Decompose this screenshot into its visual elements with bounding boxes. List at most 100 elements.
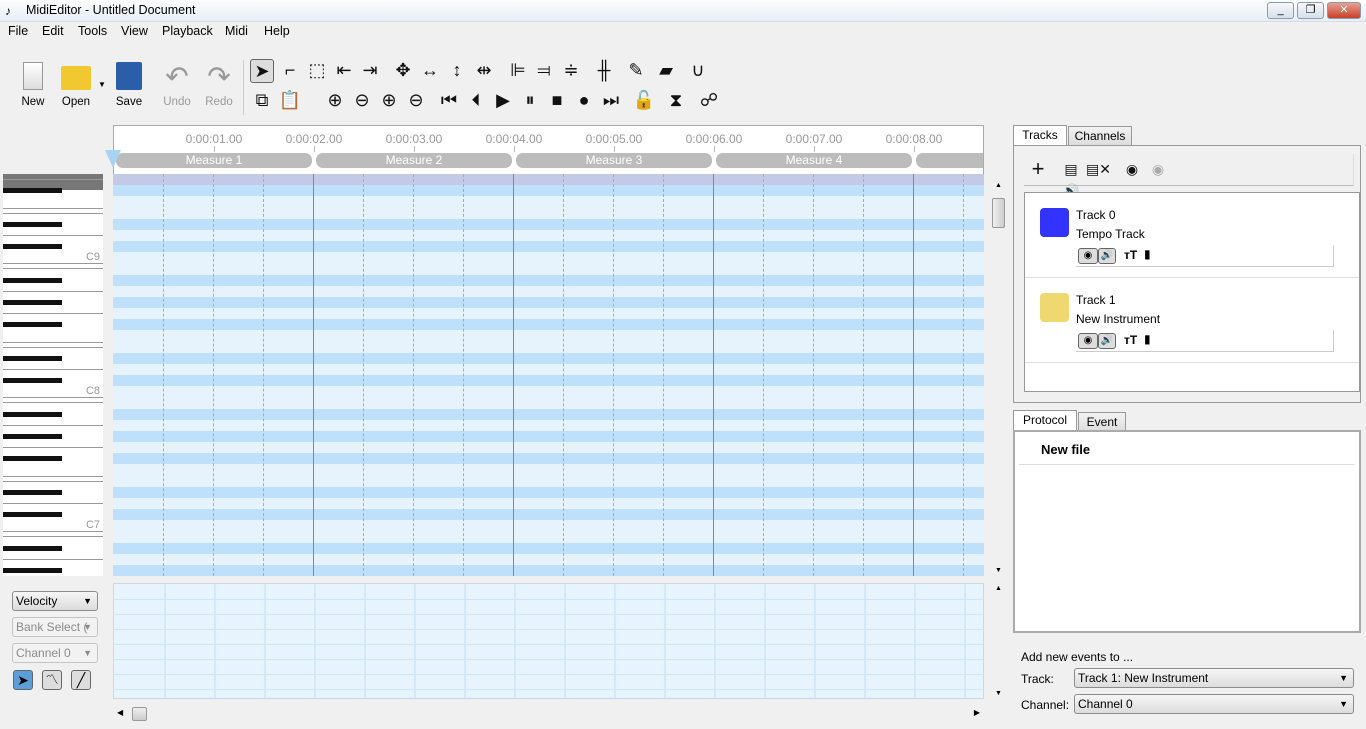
stop-icon[interactable]: ■ bbox=[545, 89, 569, 111]
tab-channels[interactable]: Channels bbox=[1068, 126, 1132, 146]
copy-icon[interactable]: ⧉ bbox=[250, 89, 274, 111]
tab-event[interactable]: Event bbox=[1078, 412, 1126, 432]
misc-vertical-scrollbar[interactable]: ▲ ▼ bbox=[991, 583, 1006, 699]
select-rect-icon[interactable]: ⬚ bbox=[305, 59, 329, 81]
align-left-icon[interactable]: ⊫ bbox=[506, 59, 530, 81]
note-row[interactable] bbox=[113, 386, 984, 398]
track-audible-icon[interactable]: 🔊 bbox=[1098, 248, 1116, 264]
note-row[interactable] bbox=[113, 319, 984, 331]
record-icon[interactable]: ● bbox=[572, 89, 596, 111]
delete-track-icon[interactable]: ▮ bbox=[1144, 247, 1151, 261]
note-row[interactable] bbox=[113, 241, 984, 253]
note-row[interactable] bbox=[113, 520, 984, 532]
note-row[interactable] bbox=[113, 218, 984, 231]
cursor-marker-icon[interactable] bbox=[105, 150, 121, 168]
redo-button[interactable]: ↷ Redo bbox=[202, 60, 236, 108]
connect-icon[interactable]: ☍ bbox=[697, 89, 721, 111]
measure-label[interactable]: Measure 4 bbox=[716, 153, 912, 168]
open-dropdown-arrow[interactable]: ▼ bbox=[98, 80, 106, 89]
magnet-icon[interactable]: ∪ bbox=[686, 59, 710, 81]
note-row[interactable] bbox=[113, 553, 984, 566]
select-tool-icon[interactable]: ➤ bbox=[13, 670, 33, 690]
lock-icon[interactable]: 🔓 bbox=[632, 89, 656, 111]
open-button[interactable]: Open bbox=[58, 60, 94, 108]
black-key[interactable] bbox=[3, 299, 62, 305]
note-row[interactable] bbox=[113, 330, 984, 343]
skip-forward-icon[interactable]: ⏭ bbox=[599, 89, 623, 111]
horizontal-scrollbar[interactable]: ◀ ▶ bbox=[113, 706, 984, 722]
black-key[interactable] bbox=[3, 355, 62, 361]
play-icon[interactable]: ▶ bbox=[491, 89, 515, 111]
pencil-icon[interactable]: ✎ bbox=[624, 59, 648, 81]
glue-icon[interactable]: ╫ bbox=[592, 59, 616, 81]
note-row[interactable] bbox=[113, 430, 984, 443]
protocol-entry[interactable]: New file bbox=[1019, 432, 1355, 465]
note-row[interactable] bbox=[113, 252, 984, 264]
align-right-icon[interactable]: ⫤ bbox=[532, 59, 556, 81]
note-row[interactable] bbox=[113, 509, 984, 521]
undo-button[interactable]: ↶ Undo bbox=[160, 60, 194, 108]
track-color-swatch[interactable] bbox=[1040, 208, 1069, 237]
free-draw-icon[interactable]: 〽 bbox=[42, 670, 62, 690]
track-select[interactable]: Track 1: New Instrument ▼ bbox=[1074, 668, 1354, 688]
menu-view[interactable]: View bbox=[121, 24, 148, 38]
line-draw-icon[interactable]: ╱ bbox=[71, 670, 91, 690]
channel-select[interactable]: Channel 0 ▼ bbox=[1074, 694, 1354, 714]
menu-tools[interactable]: Tools bbox=[78, 24, 107, 38]
move-horizontal-icon[interactable]: ↔ bbox=[418, 59, 442, 81]
all-visible-icon[interactable]: ◉ bbox=[1120, 158, 1144, 180]
tab-tracks[interactable]: Tracks bbox=[1013, 125, 1067, 147]
tab-protocol[interactable]: Protocol bbox=[1013, 410, 1077, 432]
select-box-icon[interactable]: ⌐ bbox=[278, 59, 302, 81]
time-ruler[interactable]: 0:00:01.00 0:00:02.00 0:00:03.00 0:00:04.00… bbox=[113, 125, 984, 175]
note-row[interactable] bbox=[113, 475, 984, 488]
menu-edit[interactable]: Edit bbox=[42, 24, 64, 38]
measure-label[interactable] bbox=[916, 153, 983, 168]
maximize-button[interactable]: ❐ bbox=[1297, 2, 1324, 19]
note-row[interactable] bbox=[113, 419, 984, 432]
select-left-icon[interactable]: ⇤ bbox=[332, 59, 356, 81]
note-row[interactable] bbox=[113, 174, 984, 186]
track-audible-icon[interactable]: 🔊 bbox=[1098, 333, 1116, 349]
note-row[interactable] bbox=[113, 352, 984, 365]
black-key[interactable] bbox=[3, 512, 62, 518]
note-row[interactable] bbox=[113, 341, 984, 354]
note-row[interactable] bbox=[113, 263, 984, 276]
note-grid[interactable] bbox=[113, 174, 984, 576]
black-key[interactable] bbox=[3, 433, 62, 439]
piano-keyboard[interactable]: C9 C8 C7 bbox=[3, 174, 103, 576]
minimize-button[interactable]: _ bbox=[1267, 2, 1294, 19]
move-vertical-icon[interactable]: ↕ bbox=[445, 59, 469, 81]
black-key[interactable] bbox=[3, 567, 62, 573]
grid-vertical-scrollbar[interactable]: ▲ ▼ bbox=[991, 180, 1006, 576]
skip-to-start-icon[interactable]: ⏮ bbox=[437, 89, 461, 111]
step-back-icon[interactable]: ⏴ bbox=[464, 89, 488, 111]
equalize-icon[interactable]: ≑ bbox=[559, 59, 583, 81]
note-row[interactable] bbox=[113, 497, 984, 510]
zoom-in-horizontal-icon[interactable]: ⊕ bbox=[377, 89, 401, 111]
black-key[interactable] bbox=[3, 244, 62, 250]
scrollbar-thumb[interactable] bbox=[132, 707, 147, 721]
control-select[interactable]: Bank Select (▼ bbox=[12, 617, 98, 637]
velocity-area[interactable] bbox=[113, 583, 984, 699]
menu-file[interactable]: File bbox=[8, 24, 28, 38]
note-row[interactable] bbox=[113, 408, 984, 421]
note-row[interactable] bbox=[113, 375, 984, 387]
track-item[interactable]: Track 0 Tempo Track ◉ 🔊 ᴛT ▮ bbox=[1025, 193, 1359, 278]
track-visible-icon[interactable]: ◉ bbox=[1078, 248, 1098, 264]
menu-help[interactable]: Help bbox=[264, 24, 290, 38]
note-row[interactable] bbox=[113, 564, 984, 576]
menu-midi[interactable]: Midi bbox=[225, 24, 248, 38]
note-row[interactable] bbox=[113, 464, 984, 477]
rename-track-icon[interactable]: ᴛT bbox=[1124, 248, 1137, 262]
misc-mode-select[interactable]: Velocity ▼ bbox=[12, 591, 98, 611]
close-button[interactable]: ✕ bbox=[1327, 2, 1361, 19]
note-row[interactable] bbox=[113, 442, 984, 454]
note-row[interactable] bbox=[113, 542, 984, 555]
all-mute-icon[interactable]: ▤✕ bbox=[1086, 158, 1111, 180]
zoom-out-horizontal-icon[interactable]: ⊖ bbox=[404, 89, 428, 111]
black-key[interactable] bbox=[3, 188, 62, 194]
misc-channel-select[interactable]: Channel 0 ▼ bbox=[12, 643, 98, 663]
menu-playback[interactable]: Playback bbox=[162, 24, 213, 38]
note-row[interactable] bbox=[113, 531, 984, 544]
